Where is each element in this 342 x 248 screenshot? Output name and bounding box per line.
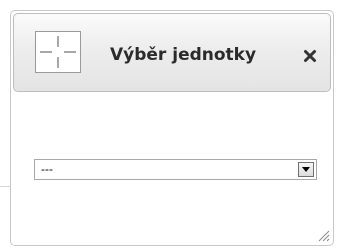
close-button[interactable] <box>301 47 319 65</box>
select-dropdown-button[interactable] <box>298 162 314 177</box>
unit-selection-dialog: Výběr jednotky --- <box>10 10 334 246</box>
unit-select[interactable]: --- <box>34 159 317 180</box>
dialog-titlebar[interactable]: Výběr jednotky <box>13 13 331 92</box>
dialog-title: Výběr jednotky <box>110 45 257 65</box>
resize-grip-icon <box>318 230 330 242</box>
chevron-down-icon <box>302 167 310 172</box>
crosshair-icon <box>35 31 81 73</box>
resize-grip[interactable] <box>316 228 330 242</box>
close-icon <box>304 50 316 62</box>
unit-select-value: --- <box>41 162 53 176</box>
